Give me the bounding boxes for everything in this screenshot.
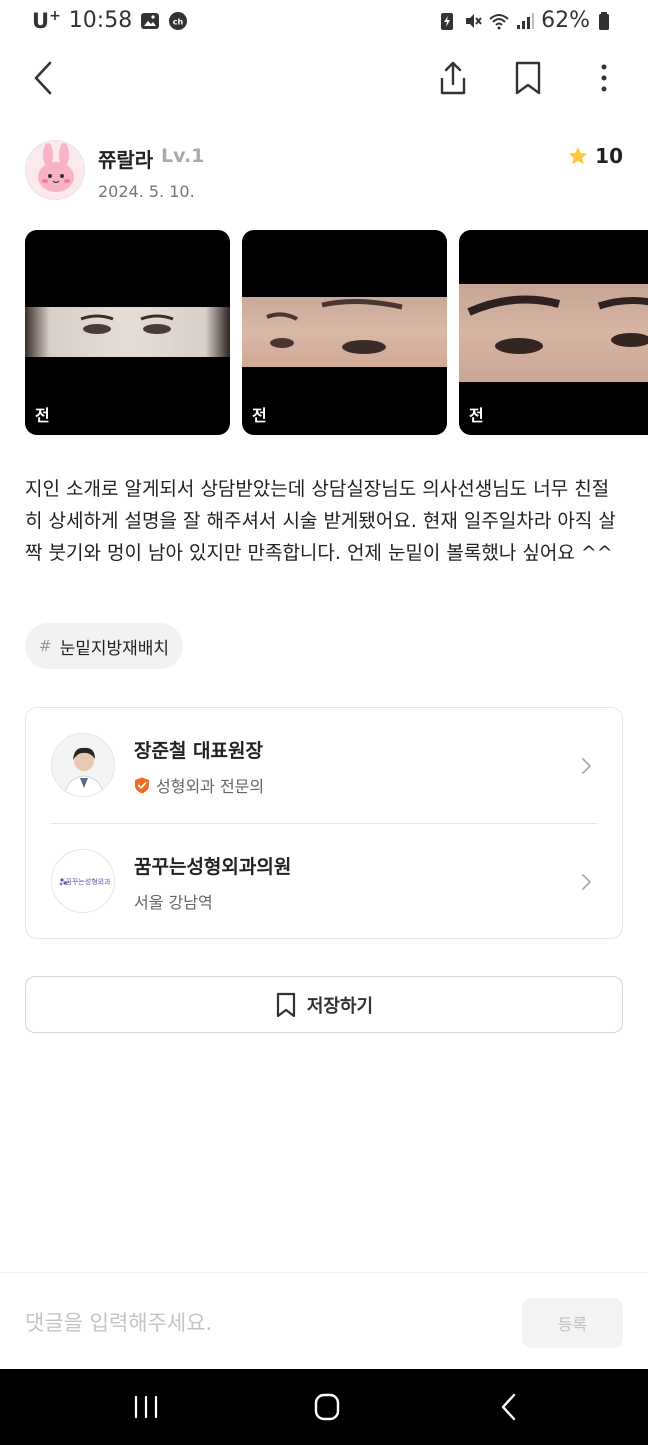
carrier-name: U <box>32 9 50 33</box>
gallery-icon <box>141 12 160 29</box>
bookmark-icon <box>276 992 295 1017</box>
eyes-photo-icon <box>80 314 174 334</box>
author-name[interactable]: 쮸랄라 <box>98 144 153 173</box>
mute-icon <box>466 13 482 28</box>
doctor-avatar <box>51 733 115 797</box>
bunny-avatar-icon <box>38 143 74 192</box>
procedure-tag[interactable]: # 눈밑지방재배치 <box>25 623 184 669</box>
post-date: 2024. 5. 10. <box>98 182 195 201</box>
status-right: 62% <box>437 8 616 33</box>
share-icon[interactable] <box>436 58 470 98</box>
doctor-specialty: 성형외과 전문의 <box>156 777 265 796</box>
clinic-location: 서울 강남역 <box>134 893 213 912</box>
bookmark-icon[interactable] <box>512 58 544 98</box>
rating-value: 10 <box>595 144 623 168</box>
carrier-label: U+ <box>32 8 61 33</box>
comment-bar: 등록 <box>0 1272 648 1369</box>
battery-saver-icon <box>441 12 454 30</box>
clinic-row[interactable]: 꿈꾸는성형외과 꿈꾸는성형외과의원 서울 강남역 <box>26 824 622 939</box>
signal-icon <box>517 12 535 29</box>
back-icon[interactable] <box>28 60 60 96</box>
system-back-icon[interactable] <box>490 1389 530 1425</box>
photo-thumbnail[interactable]: 전 <box>25 230 230 435</box>
clinic-logo-icon: 꿈꾸는성형외과 <box>52 850 114 912</box>
doctor-portrait-icon <box>52 734 114 796</box>
photo-label: 전 <box>252 406 267 425</box>
photo-thumbnail[interactable]: 전 <box>459 230 648 435</box>
comment-input[interactable] <box>25 1305 495 1341</box>
battery-icon <box>599 11 609 30</box>
more-vertical-icon[interactable] <box>590 58 618 98</box>
doctor-specialty-row: 성형외과 전문의 <box>134 773 264 797</box>
clinic-name: 꿈꾸는성형외과의원 <box>134 856 292 878</box>
doctor-name: 장준철 대표원장 <box>134 740 263 762</box>
chat-channel-icon: ch <box>169 11 188 30</box>
rating: 10 <box>567 144 623 168</box>
chevron-right-icon <box>582 874 591 890</box>
hash-symbol: # <box>39 637 52 655</box>
chevron-right-icon <box>582 758 591 774</box>
review-body: 지인 소개로 알게되서 상담받았는데 상담실장님도 의사선생님도 너무 친절히 … <box>25 478 616 564</box>
wifi-icon <box>489 13 509 29</box>
submit-comment-button[interactable]: 등록 <box>522 1298 623 1348</box>
carrier-sup: + <box>49 8 61 24</box>
app-bar <box>0 52 648 104</box>
recent-apps-icon[interactable] <box>126 1389 166 1425</box>
clinic-logo: 꿈꾸는성형외과 <box>51 849 115 913</box>
save-button-label: 저장하기 <box>306 995 374 1016</box>
photo-thumbnail[interactable]: 전 <box>242 230 447 435</box>
system-nav-bar <box>0 1369 648 1445</box>
star-icon <box>568 146 588 165</box>
clock: 10:58 <box>68 8 133 33</box>
home-icon[interactable] <box>307 1389 347 1425</box>
doctor-row[interactable]: 장준철 대표원장 성형외과 전문의 <box>26 708 622 823</box>
photo-label: 전 <box>469 406 484 425</box>
photo-carousel[interactable]: 전 전 전 <box>25 230 648 435</box>
photo-label: 전 <box>35 406 50 425</box>
save-button[interactable]: 저장하기 <box>25 976 623 1033</box>
status-left: U+ 10:58 ch <box>32 8 188 33</box>
status-bar: U+ 10:58 ch 62% <box>0 0 648 44</box>
eyes-photo-icon <box>266 298 403 354</box>
battery-percent: 62% <box>541 8 590 33</box>
author-level: Lv.1 <box>161 145 205 167</box>
review-author: 쮸랄라 Lv.1 2024. 5. 10. 10 <box>25 140 625 204</box>
tag-label: 눈밑지방재배치 <box>59 638 170 659</box>
clinic-logo-text: 꿈꾸는성형외과 <box>65 877 111 886</box>
clinic-location-row: 서울 강남역 <box>134 889 213 913</box>
eyes-photo-icon <box>467 295 648 354</box>
svg-text:ch: ch <box>173 17 184 26</box>
author-avatar[interactable] <box>25 140 85 200</box>
doctor-clinic-card: 장준철 대표원장 성형외과 전문의 꿈꾸는성형외과 꿈꾸는성형외과의원 서울 강… <box>25 707 623 939</box>
verified-badge-icon <box>135 777 149 793</box>
